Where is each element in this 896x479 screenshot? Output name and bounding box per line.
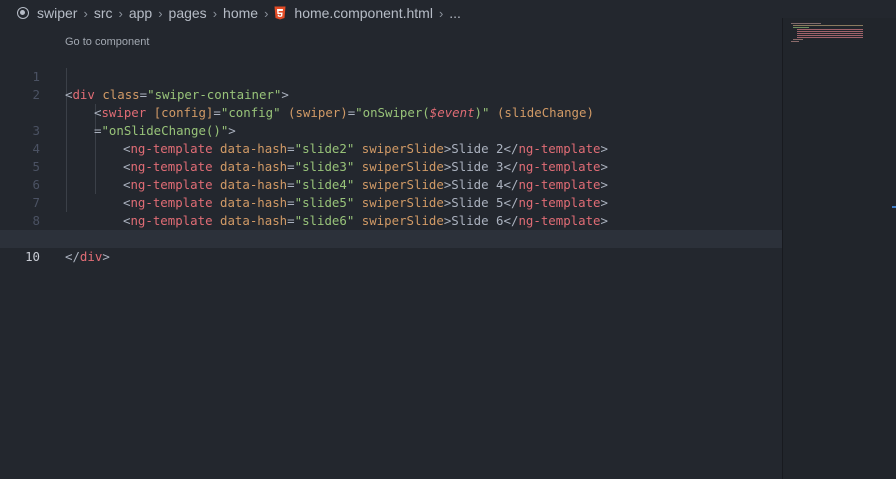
breadcrumb-item-pages[interactable]: pages bbox=[169, 5, 207, 21]
code-line-wrapped: ="onSlideChange()"> bbox=[0, 86, 782, 138]
html5-icon bbox=[274, 6, 286, 20]
breadcrumb-item-app[interactable]: app bbox=[129, 5, 152, 21]
code-line: 1 <div class="swiper-container"> bbox=[0, 50, 782, 102]
minimap-line bbox=[793, 39, 803, 40]
circle-dot-icon bbox=[17, 7, 29, 19]
minimap-line bbox=[797, 29, 863, 30]
breadcrumb-label: swiper bbox=[37, 5, 78, 21]
code-line-current: 10 bbox=[0, 230, 782, 264]
code-line: 8 </swiper> bbox=[0, 194, 782, 246]
code-line: 9 </div> bbox=[0, 212, 782, 264]
chevron-right-icon: › bbox=[438, 5, 444, 21]
minimap-line bbox=[797, 33, 863, 34]
scrollbar-position-marker bbox=[892, 206, 896, 208]
chevron-right-icon: › bbox=[83, 5, 88, 21]
minimap-line bbox=[797, 37, 863, 38]
breadcrumb-item-more[interactable]: ... bbox=[449, 5, 461, 21]
breadcrumb-item-file[interactable]: home.component.html bbox=[274, 5, 433, 21]
chevron-right-icon: › bbox=[118, 5, 123, 21]
code-line: 6 <ng-template data-hash="slide5" swiper… bbox=[0, 158, 782, 210]
breadcrumb-label: home.component.html bbox=[294, 5, 433, 21]
breadcrumb-item-home[interactable]: home bbox=[223, 5, 258, 21]
minimap-line bbox=[793, 25, 863, 26]
code-line: 3 <ng-template data-hash="slide2" swiper… bbox=[0, 104, 782, 156]
code-line: 2 <swiper [config]="config" (swiper)="on… bbox=[0, 68, 782, 120]
minimap-line bbox=[791, 23, 821, 24]
code-editor[interactable]: 1 <div class="swiper-container"> 2 <swip… bbox=[0, 50, 782, 479]
chevron-right-icon: › bbox=[158, 5, 163, 21]
chevron-right-icon: › bbox=[212, 5, 218, 21]
minimap-line bbox=[797, 31, 863, 32]
code-line: 7 <ng-template data-hash="slide6" swiper… bbox=[0, 176, 782, 228]
code-line: 4 <ng-template data-hash="slide3" swiper… bbox=[0, 122, 782, 174]
codelens-go-to-component[interactable]: Go to component bbox=[65, 36, 149, 48]
minimap-line bbox=[793, 27, 809, 28]
minimap[interactable] bbox=[782, 18, 896, 479]
breadcrumb-item-swiper[interactable]: swiper bbox=[17, 5, 77, 21]
breadcrumb: swiper › src › app › pages › home › home… bbox=[0, 0, 896, 26]
minimap-line bbox=[797, 35, 863, 36]
line-number: 10 bbox=[25, 249, 40, 264]
minimap-line bbox=[791, 41, 799, 42]
breadcrumb-item-src[interactable]: src bbox=[94, 5, 113, 21]
code-text: </div> bbox=[65, 249, 110, 264]
chevron-right-icon: › bbox=[264, 5, 269, 21]
code-line: 5 <ng-template data-hash="slide4" swiper… bbox=[0, 140, 782, 192]
